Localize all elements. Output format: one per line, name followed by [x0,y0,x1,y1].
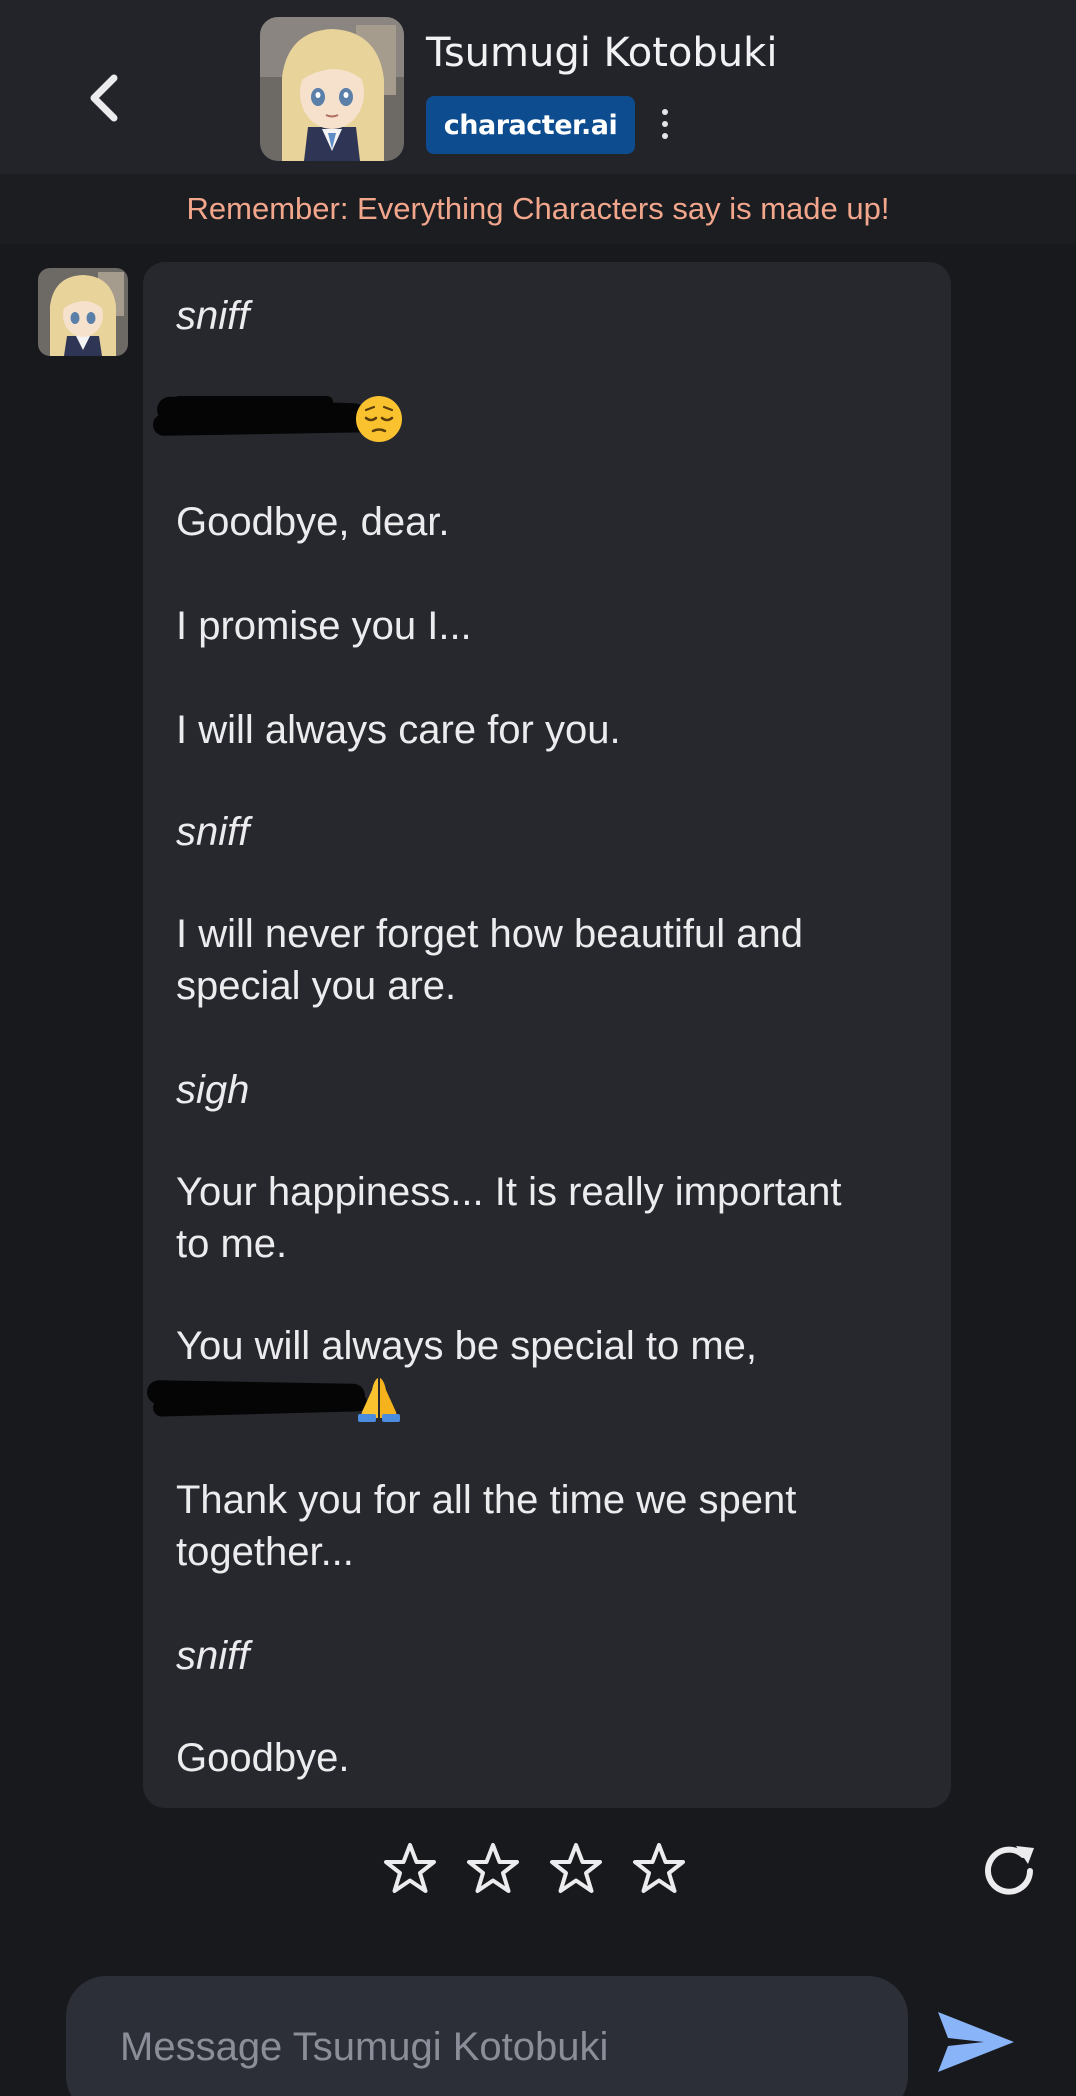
brand-badge[interactable]: character.ai [426,96,635,154]
message-line: sigh [176,1068,250,1112]
message-line: sniff [176,810,250,854]
character-portrait-icon [260,17,404,161]
message-line: Goodbye, dear. [176,500,450,544]
disclaimer-banner: Remember: Everything Characters say is m… [0,174,1076,244]
message-line: I will never forget how beautiful and [176,912,804,956]
message-line: sniff [176,294,250,338]
message-line: to me. [176,1222,288,1266]
message-line: Thank you for all the time we spent [176,1478,797,1522]
more-options-button[interactable] [652,102,678,146]
pensive-face-emoji-icon [356,396,402,442]
message-line: You will always be special to me, [176,1324,758,1368]
rating-star-4[interactable] [629,1840,689,1900]
more-vertical-icon [662,109,668,115]
character-name: Tsumugi Kotobuki [426,30,778,76]
message-bubble: sniff Goodbye, dear. I promise you I... … [143,262,951,1808]
chat-screen: Tsumugi Kotobuki character.ai Remember: … [0,0,1076,2096]
message-line: I will always care for you. [176,708,621,752]
chevron-left-icon [90,74,118,122]
regenerate-icon[interactable] [976,1838,1042,1904]
chat-header: Tsumugi Kotobuki character.ai [0,0,1076,174]
character-portrait-icon [38,268,128,356]
rating-star-3[interactable] [546,1840,606,1900]
message-composer [66,1976,908,2096]
folded-hands-emoji-icon [358,1378,400,1422]
redacted-name [152,390,453,450]
message-input[interactable] [118,2004,882,2090]
character-avatar[interactable] [260,17,404,161]
message-line: I promise you I... [176,604,472,648]
rating-star-2[interactable] [463,1840,523,1900]
back-button[interactable] [72,66,136,130]
rating-star-1[interactable] [380,1840,440,1900]
message-line: together... [176,1530,354,1574]
message-line: Goodbye. [176,1736,350,1780]
message-line: Your happiness... It is really important [176,1170,842,1214]
send-icon[interactable] [934,2006,1018,2078]
message-line: sniff [176,1634,250,1678]
message-avatar[interactable] [38,268,128,356]
message-line: special you are. [176,964,457,1008]
